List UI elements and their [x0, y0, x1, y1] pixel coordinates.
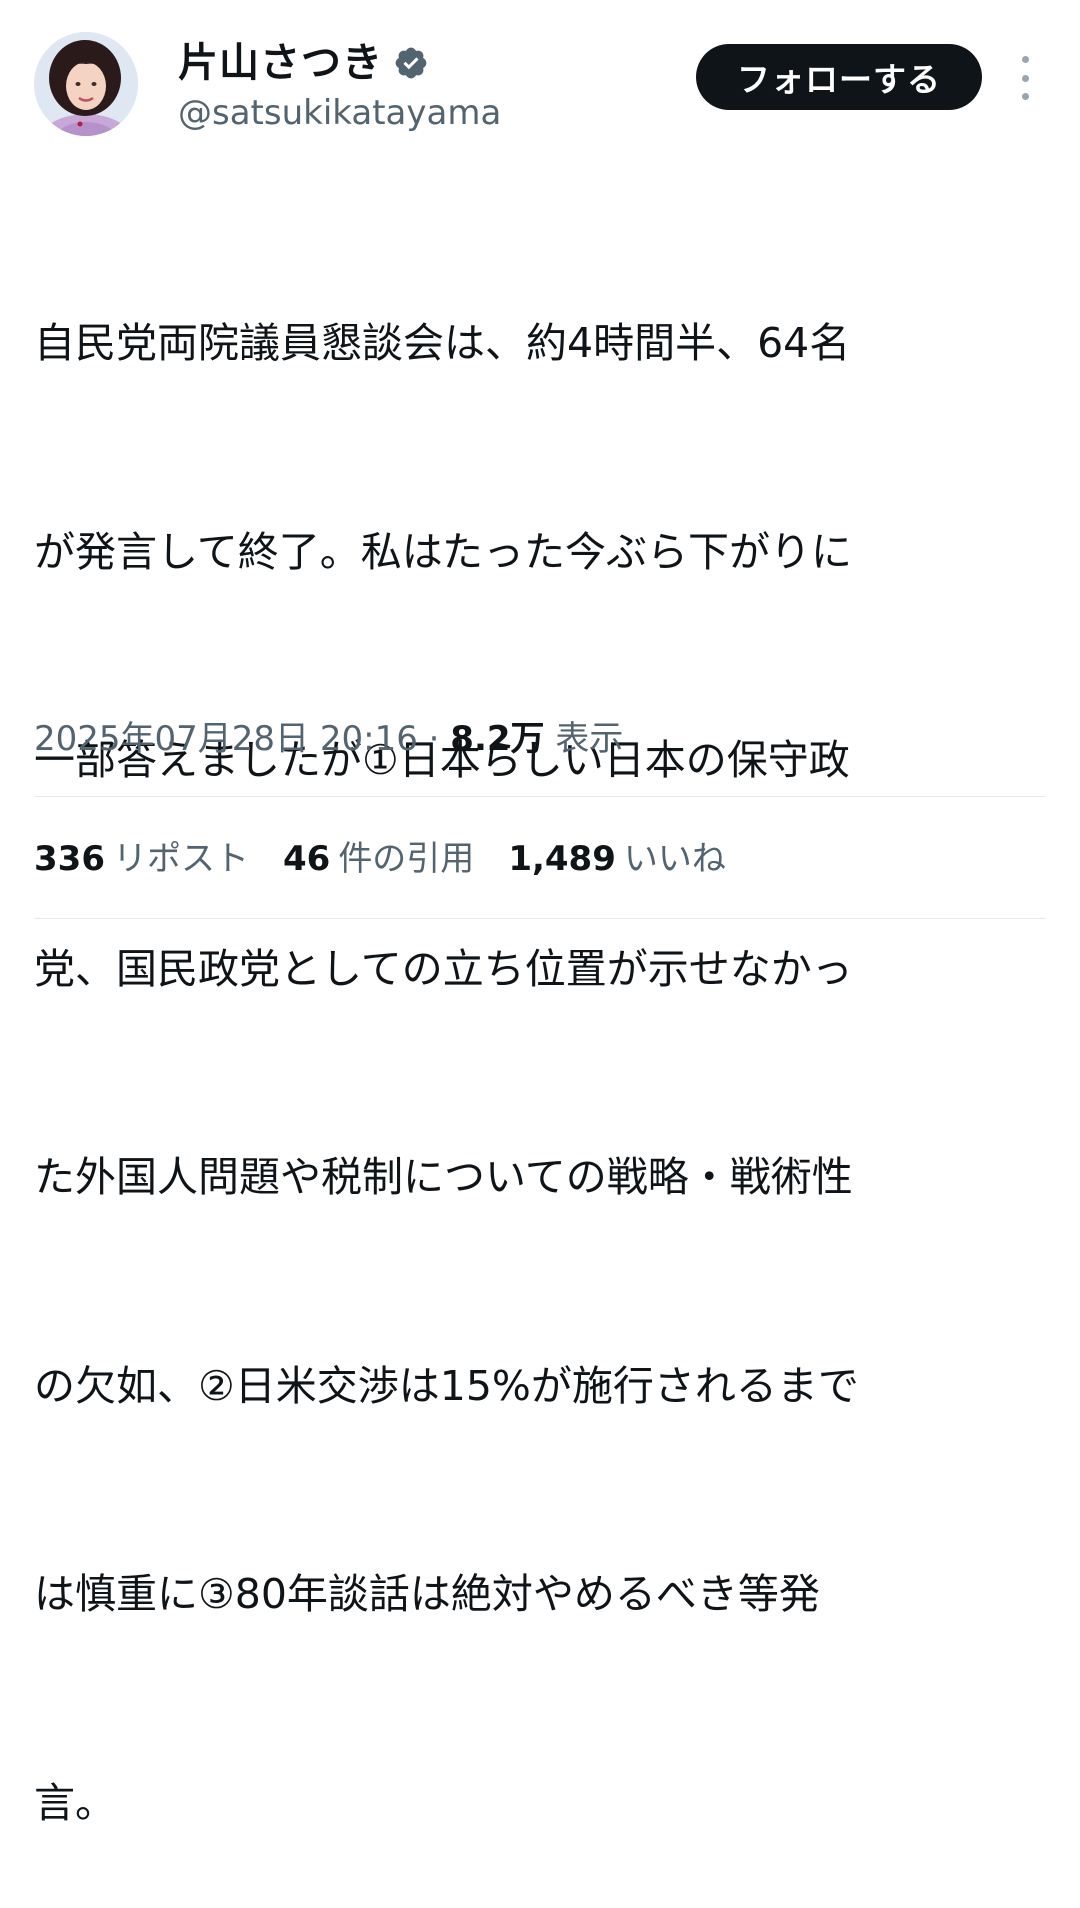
tweet-text-line: た外国人問題や税制についての戦略・戦術性: [34, 1153, 853, 1201]
reposts-label: リポスト: [112, 839, 249, 879]
quotes-label: 件の引用: [338, 839, 475, 879]
author-names: 片山さつき @satsukikatayama: [178, 38, 501, 136]
verified-badge-icon: [393, 45, 429, 81]
reposts-stat[interactable]: 336 リポスト: [34, 834, 249, 884]
views-count: 8.2万: [450, 719, 545, 759]
divider: [34, 796, 1046, 797]
quotes-stat[interactable]: 46 件の引用: [283, 834, 474, 884]
meta-separator: ·: [428, 719, 440, 759]
tweet-text-line: 党、国民政党としての立ち位置が示せなかっ: [34, 944, 853, 993]
tweet-text-line: 言。: [34, 1778, 116, 1827]
display-name[interactable]: 片山さつき: [178, 38, 383, 88]
likes-label: いいね: [623, 839, 726, 879]
timestamp[interactable]: 2025年07月28日 20:16: [34, 719, 418, 759]
views-label: 表示: [555, 719, 624, 759]
tweet-text-line: は慎重に③80年談話は絶対やめるべき等発: [34, 1570, 820, 1618]
engagement-stats: 336 リポスト 46 件の引用 1,489 いいね: [34, 834, 760, 884]
tweet-text-line: の欠如、②日米交渉は15%が施行されるまで: [34, 1361, 859, 1410]
quotes-count: 46: [282, 839, 331, 879]
author-handle[interactable]: @satsukikatayama: [178, 90, 501, 136]
likes-stat[interactable]: 1,489 いいね: [508, 834, 726, 884]
tweet-text: 自民党両院議員懇談会は、約4時間半、64名 が発言して終了。私はたった今ぶら下が…: [34, 170, 1044, 1908]
display-name-row: 片山さつき: [178, 38, 501, 88]
follow-button[interactable]: フォローする: [696, 44, 982, 110]
tweet-meta: 2025年07月28日 20:16 · 8.2万 表示: [34, 714, 623, 764]
more-options-icon[interactable]: [1012, 56, 1038, 100]
tweet-text-line: 自民党両院議員懇談会は、約4時間半、64名: [34, 319, 851, 367]
tweet-text-line: が発言して終了。私はたった今ぶら下がりに: [34, 527, 852, 576]
more-dot: [1021, 74, 1029, 82]
avatar-image: [34, 32, 138, 136]
divider: [34, 918, 1046, 919]
likes-count: 1,489: [508, 839, 616, 879]
tweet-header: 片山さつき @satsukikatayama フォローする: [34, 32, 1046, 144]
avatar[interactable]: [34, 32, 138, 136]
reposts-count: 336: [34, 839, 105, 879]
more-dot: [1021, 56, 1029, 63]
more-dot: [1021, 93, 1029, 100]
